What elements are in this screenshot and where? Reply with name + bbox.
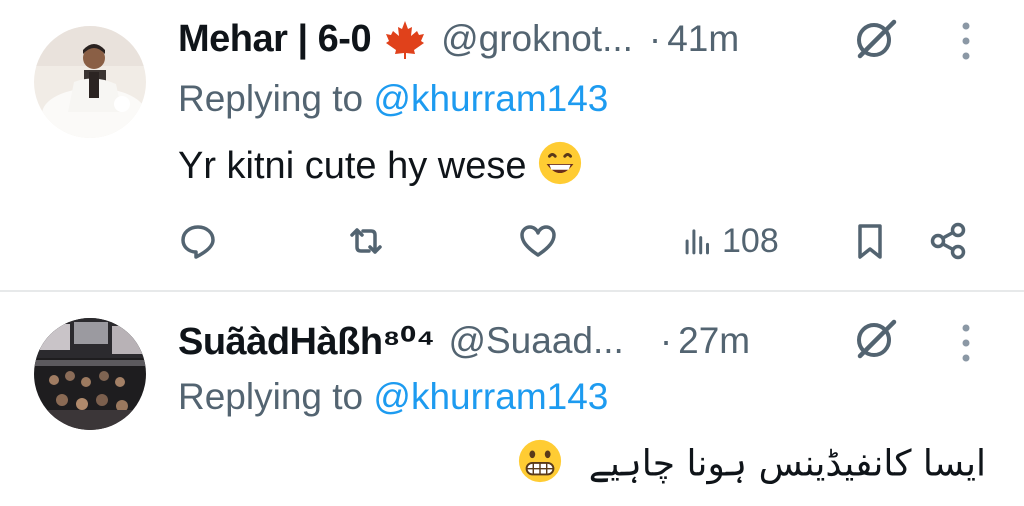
grinning-emoji — [537, 140, 583, 196]
display-name[interactable]: Mehar | 6-0 — [178, 18, 372, 61]
views-icon — [685, 229, 709, 255]
tweet-text-content: Yr kitni cute hy wese — [178, 145, 527, 188]
tweet-text: ایسا کانفیڈینس ہونا چاہیے — [517, 438, 986, 493]
replying-to: Replying to @khurram143 — [178, 78, 608, 120]
avatar[interactable] — [34, 26, 146, 138]
mention-link[interactable]: @khurram143 — [373, 78, 608, 119]
tweet-1[interactable]: Mehar | 6-0 @groknot... · 41m Replying t… — [0, 0, 1024, 290]
separator-dot: · — [648, 18, 662, 59]
share-icon — [930, 222, 966, 260]
retweet-button[interactable] — [346, 216, 386, 266]
grok-icon[interactable] — [852, 316, 898, 362]
handle[interactable]: @groknot... — [441, 18, 633, 60]
tweet-text-content: ایسا کانفیڈینس ہونا چاہیے — [588, 443, 986, 485]
timestamp[interactable]: 27m — [678, 320, 750, 362]
retweet-icon — [350, 228, 382, 254]
tweet-text: Yr kitni cute hy wese — [178, 140, 583, 196]
display-name[interactable]: SuãàdHàßh⁸⁰⁴ — [178, 319, 435, 364]
separator-dot: · — [659, 320, 673, 361]
mention-link[interactable]: @khurram143 — [373, 376, 608, 417]
views-count: 108 — [722, 221, 779, 260]
bookmark-button[interactable] — [850, 216, 890, 266]
action-bar: 108 — [178, 216, 978, 266]
reply-button[interactable] — [178, 216, 218, 266]
timestamp[interactable]: 41m — [667, 18, 739, 60]
more-icon[interactable] — [958, 20, 974, 64]
maple-leaf-icon — [383, 19, 427, 59]
grimacing-emoji — [517, 438, 563, 493]
tweet-header: Mehar | 6-0 @groknot... · 41m — [178, 14, 739, 64]
replying-label: Replying to — [178, 376, 364, 417]
like-button[interactable] — [518, 216, 558, 266]
bookmark-icon — [858, 224, 882, 259]
handle[interactable]: @Suaad... — [448, 320, 623, 362]
grok-icon[interactable] — [852, 16, 898, 62]
share-button[interactable] — [928, 216, 968, 266]
reply-icon — [181, 225, 215, 259]
avatar[interactable] — [34, 318, 146, 430]
replying-label: Replying to — [178, 78, 364, 119]
tweet-2[interactable]: SuãàdHàßh⁸⁰⁴ @Suaad... · 27m Replying to… — [0, 292, 1024, 506]
more-icon[interactable] — [958, 322, 974, 366]
tweet-header: SuãàdHàßh⁸⁰⁴ @Suaad... · 27m — [178, 316, 750, 366]
views-button[interactable]: 108 — [682, 216, 779, 266]
replying-to: Replying to @khurram143 — [178, 376, 608, 418]
like-icon — [520, 225, 556, 257]
